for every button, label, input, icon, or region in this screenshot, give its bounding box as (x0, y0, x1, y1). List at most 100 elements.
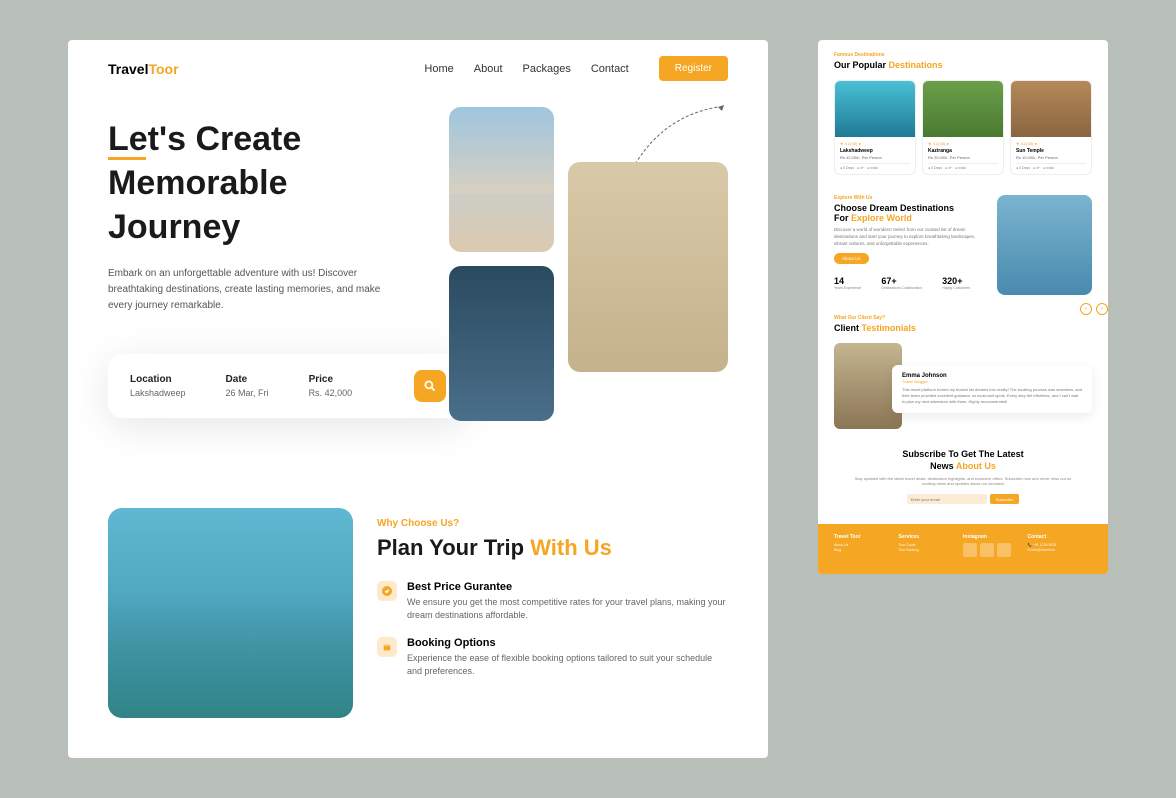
testimonial-next-button[interactable]: › (1096, 303, 1108, 315)
nav-about[interactable]: About (474, 63, 503, 75)
destination-image (923, 81, 1003, 137)
hero-image-collage (449, 107, 728, 421)
dream-image-boat (997, 195, 1092, 295)
popular-title: Our Popular Destinations (834, 60, 1092, 70)
destination-card[interactable]: ★ 4.2(40) ● Kaziranga Rs 20,000/- Per Pe… (922, 80, 1004, 175)
destination-meta: ● 3 Days● 4+● India (928, 163, 998, 170)
subscribe-title: Subscribe To Get The Latest News About U… (848, 449, 1078, 472)
feature-best-price-desc: We ensure you get the most competitive r… (407, 596, 728, 623)
why-tag: Why Choose Us? (377, 518, 728, 529)
why-image-island (108, 508, 353, 718)
logo-accent: Toor (148, 61, 178, 77)
feature-best-price: Best Price Gurantee We ensure you get th… (377, 581, 728, 623)
footer-thumb[interactable] (997, 543, 1011, 557)
stat-item: 320+Happy Customers (942, 276, 970, 290)
destination-card[interactable]: ★ 4.2(40) ● Lakshadweep Rs 42,000/- Per … (834, 80, 916, 175)
footer-link[interactable]: About Us (834, 543, 899, 547)
feature-best-price-title: Best Price Gurantee (407, 581, 728, 593)
search-date[interactable]: Date 26 Mar, Fri (226, 374, 269, 398)
footer-contact: Contact (1028, 534, 1093, 540)
footer-instagram: Instagram (963, 534, 1028, 540)
testimonial-role: Travel Blogger (902, 379, 1082, 384)
destination-grid: ★ 4.2(40) ● Lakshadweep Rs 42,000/- Per … (834, 80, 1092, 175)
search-button[interactable] (414, 370, 446, 402)
feature-booking-desc: Experience the ease of flexible booking … (407, 652, 728, 679)
testi-title: Client Testimonials (834, 323, 1092, 333)
search-card: Location Lakshadweep Date 26 Mar, Fri Pr… (108, 354, 468, 418)
subscribe-button[interactable]: Subscribe (990, 494, 1020, 504)
stat-item: 67+Destinations Collaboration (881, 276, 922, 290)
calendar-icon (377, 637, 397, 657)
search-date-label: Date (226, 374, 269, 385)
why-title: Plan Your Trip With Us (377, 535, 728, 561)
destination-image (1011, 81, 1091, 137)
register-button[interactable]: Register (659, 56, 728, 81)
subscribe-desc: Stay updated with the latest travel deal… (848, 476, 1078, 486)
destination-rating: ★ 4.2(40) ● (840, 141, 910, 146)
dream-desc: Discover a world of wonders! Select from… (834, 227, 987, 247)
popular-destinations: Famous Destinations Our Popular Destinat… (818, 52, 1108, 175)
hero-title: Let's Create Memorable Journey (108, 117, 408, 250)
check-icon (377, 581, 397, 601)
dream-title: Choose Dream Destinations For Explore Wo… (834, 203, 987, 223)
email-field[interactable] (907, 494, 987, 504)
destination-meta: ● 5 Days● 4+● India (840, 163, 910, 170)
feature-booking-title: Booking Options (407, 637, 728, 649)
nav-contact[interactable]: Contact (591, 63, 629, 75)
testimonial-nav: ‹ › (1080, 303, 1108, 315)
footer-link[interactable]: Tour Guide (899, 543, 964, 547)
nav-packages[interactable]: Packages (523, 63, 571, 75)
destination-name: Kaziranga (928, 148, 998, 154)
search-price-value: Rs. 42,000 (309, 388, 353, 398)
footer-link[interactable]: Tour Booking (899, 548, 964, 552)
footer-phone[interactable]: 📞 +91 1234 5678 (1028, 543, 1093, 547)
hero-subtitle: Embark on an unforgettable adventure wit… (108, 266, 388, 314)
subscribe-section: Subscribe To Get The Latest News About U… (818, 449, 1108, 504)
footer-thumb[interactable] (963, 543, 977, 557)
testi-tag: What Our Client Say? (834, 315, 1092, 321)
nav-links: Home About Packages Contact (424, 63, 628, 75)
testimonials: What Our Client Say? Client Testimonials… (818, 315, 1108, 429)
footer-link[interactable]: Blog (834, 548, 899, 552)
logo-pre: Travel (108, 61, 148, 77)
footer-thumb[interactable] (980, 543, 994, 557)
logo[interactable]: TravelToor (108, 61, 179, 77)
destination-image (835, 81, 915, 137)
destination-card[interactable]: ★ 4.2(40) ● Sun Temple Rs 10,000/- Per P… (1010, 80, 1092, 175)
search-price[interactable]: Price Rs. 42,000 (309, 374, 353, 398)
nav-home[interactable]: Home (424, 63, 453, 75)
dream-tag: Explore With Us (834, 195, 987, 201)
search-date-value: 26 Mar, Fri (226, 388, 269, 398)
destination-price: Rs 42,000/- Per Person (840, 155, 910, 160)
dream-destinations: Explore With Us Choose Dream Destination… (818, 195, 1108, 295)
destination-rating: ★ 4.2(40) ● (1016, 141, 1086, 146)
hero-image-lake (449, 266, 554, 421)
landing-page-top: TravelToor Home About Packages Contact R… (68, 40, 768, 758)
feature-booking: Booking Options Experience the ease of f… (377, 637, 728, 679)
hero: Let's Create Memorable Journey Embark on… (68, 97, 768, 468)
hero-image-mountain (449, 107, 554, 252)
footer-thumbnails (963, 543, 1028, 557)
hero-image-camel (568, 162, 728, 372)
popular-tag: Famous Destinations (834, 52, 1092, 58)
navbar: TravelToor Home About Packages Contact R… (68, 40, 768, 97)
destination-name: Sun Temple (1016, 148, 1086, 154)
testimonial-prev-button[interactable]: ‹ (1080, 303, 1092, 315)
about-us-button[interactable]: About Us (834, 253, 869, 264)
footer-brand: Travel Toor (834, 534, 899, 540)
stat-item: 14Years Experience (834, 276, 861, 290)
search-location-label: Location (130, 374, 186, 385)
footer-email[interactable]: ✉ info@traveltoor (1028, 548, 1093, 552)
destination-name: Lakshadweep (840, 148, 910, 154)
search-price-label: Price (309, 374, 353, 385)
testimonial-card: Emma Johnson Travel Blogger This travel … (834, 343, 1092, 429)
search-location[interactable]: Location Lakshadweep (130, 374, 186, 398)
testimonial-text: This travel platform turned my bucket li… (902, 387, 1082, 405)
stats-row: 14Years Experience 67+Destinations Colla… (834, 276, 987, 290)
destination-meta: ● 3 Days● 4+● India (1016, 163, 1086, 170)
footer-services: Services (899, 534, 964, 540)
footer: Travel Toor About Us Blog Services Tour … (818, 524, 1108, 574)
destination-price: Rs 10,000/- Per Person (1016, 155, 1086, 160)
search-location-value: Lakshadweep (130, 388, 186, 398)
why-choose-us: Why Choose Us? Plan Your Trip With Us Be… (68, 468, 768, 758)
